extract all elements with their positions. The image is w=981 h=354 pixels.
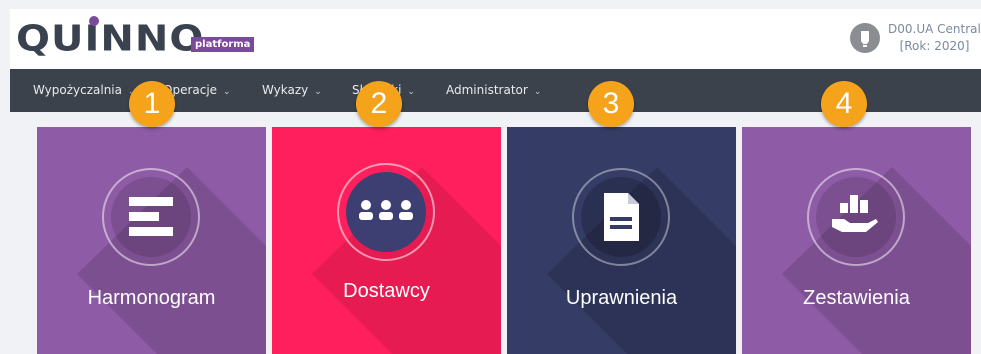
user-year: [Rok: 2020] [899,39,970,53]
user-name: D00.UA Centrala [888,22,981,36]
step-badge-4: 4 [821,81,867,127]
nav-item-label: Wypożyczalnia [33,83,122,97]
tile-uprawnienia[interactable]: Uprawnienia [507,127,736,354]
nav-item-administrator[interactable]: Administrator ⌄ [446,69,541,112]
tile-label: Uprawnienia [565,287,678,309]
tile-label: Harmonogram [87,287,216,309]
nav-item-wykazy[interactable]: Wykazy ⌄ [262,69,322,112]
logo-badge: platforma [191,37,255,52]
user-avatar-icon[interactable] [850,23,880,53]
nav-item-label: Wykazy [262,83,309,97]
tile-label: Dostawcy [343,280,430,302]
chevron-down-icon: ⌄ [533,87,542,97]
list-icon [102,168,200,266]
chevron-down-icon: ⌄ [314,87,322,97]
chevron-down-icon: ⌄ [407,87,415,97]
tile-label: Zestawienia [803,287,910,309]
header: QUINNO platforma D00.UA Centrala [Rok: 2… [10,9,981,69]
logo-text: QUINNO [16,18,205,60]
step-badge-2: 2 [356,81,402,127]
chevron-down-icon: ⌄ [223,87,231,97]
step-badge-1: 1 [129,81,175,127]
tile-dostawcy[interactable]: Dostawcy [272,127,501,354]
report-hand-icon [807,168,905,266]
document-icon [572,168,670,266]
user-info[interactable]: D00.UA Centrala [Rok: 2020] [888,21,981,55]
users-icon [337,163,435,261]
tile-harmonogram[interactable]: Harmonogram [37,127,266,354]
app-frame: QUINNO platforma D00.UA Centrala [Rok: 2… [10,9,981,354]
logo-dot [89,16,99,26]
nav-item-label: Administrator [446,83,528,97]
tile-zestawienia[interactable]: Zestawienia [742,127,971,354]
nav-item-wypozyczalnia[interactable]: Wypożyczalnia⌄ [33,69,136,112]
step-badge-3: 3 [588,81,634,127]
